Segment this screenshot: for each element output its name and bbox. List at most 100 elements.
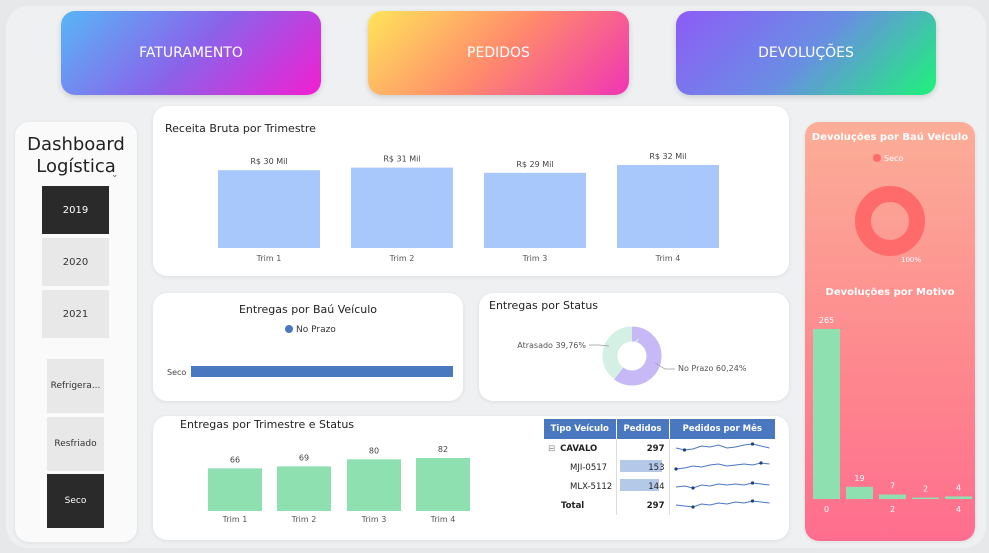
table-row-value-cell: 153 bbox=[615, 458, 669, 477]
sparkline-max-marker bbox=[750, 499, 754, 503]
returns-donut-ring bbox=[855, 186, 925, 256]
table-total-row: Total 297 bbox=[544, 496, 776, 515]
sparkline bbox=[675, 500, 770, 508]
sparkline-min-marker bbox=[682, 448, 686, 452]
revenue-bar bbox=[484, 172, 586, 248]
year-slicer-2021[interactable]: 2021 bbox=[42, 290, 109, 338]
truck-category-label: Seco bbox=[167, 368, 186, 377]
returns-donut-label: 100% bbox=[901, 256, 921, 264]
slicer-panel: Dashboard Logística ⌄ 2019 2020 2021 Ref… bbox=[15, 122, 137, 542]
vehicle-slicer-refrigerado[interactable]: Refrigera... bbox=[47, 359, 104, 413]
returns-panel: Devoluções por Baú Veículo Seco Devoluçõ… bbox=[805, 122, 975, 541]
year-slicer-2019[interactable]: 2019 bbox=[42, 186, 109, 234]
returns-reason-bar bbox=[813, 329, 840, 499]
delivery-quarter-data-label: 66 bbox=[230, 455, 240, 464]
revenue-tick-label: Trim 4 bbox=[655, 254, 681, 263]
vehicle-slicer-resfriado[interactable]: Resfriado bbox=[47, 417, 104, 471]
delivery-quarter-bar bbox=[416, 458, 470, 511]
returns-reason-bar bbox=[879, 494, 906, 499]
delivery-quarter-tick-label: Trim 2 bbox=[291, 515, 317, 524]
revenue-bar bbox=[218, 170, 320, 248]
table-row-label: MJI-0517 bbox=[570, 462, 608, 473]
delivery-quarter-tick-label: Trim 3 bbox=[361, 515, 387, 524]
table-row-group-cell: ⊟ CAVALO bbox=[544, 439, 616, 458]
revenue-data-label: R$ 31 Mil bbox=[383, 155, 420, 164]
faturamento-button[interactable]: FATURAMENTO bbox=[61, 11, 321, 95]
vehicle-orders-table: Tipo Veículo Pedidos Pedidos por Mês ⊟ CA… bbox=[544, 419, 776, 515]
revenue-data-label: R$ 29 Mil bbox=[516, 160, 553, 169]
table-header-tipo-veiculo[interactable]: Tipo Veículo bbox=[544, 419, 617, 439]
table-row-value-cell: 144 bbox=[615, 477, 669, 496]
dashboard-title-line1: Dashboard bbox=[27, 134, 125, 155]
revenue-chart-card: Receita Bruta por Trimestre R$ 30 Mil Tri… bbox=[153, 106, 789, 276]
table-header-pedidos[interactable]: Pedidos bbox=[616, 419, 670, 439]
delivery-quarter-data-label: 80 bbox=[369, 446, 379, 455]
sparkline-cell bbox=[668, 458, 776, 477]
delivery-by-truck-bar bbox=[191, 366, 453, 377]
sparkline bbox=[675, 443, 770, 451]
collapse-icon[interactable]: ⊟ bbox=[548, 444, 555, 454]
sparkline-min-marker bbox=[690, 505, 695, 509]
revenue-bar bbox=[351, 167, 453, 248]
sparkline-max-marker bbox=[758, 461, 763, 465]
chevron-down-icon[interactable]: ⌄ bbox=[111, 170, 119, 180]
revenue-data-label: R$ 32 Mil bbox=[649, 152, 686, 161]
table-row[interactable]: MLX-5112 144 bbox=[544, 477, 776, 496]
delivery-quarter-data-label: 69 bbox=[299, 453, 309, 462]
returns-reason-tick-label: 4 bbox=[956, 505, 961, 514]
table-row-value: 144 bbox=[648, 481, 665, 492]
table-header-pedidos-por-mes[interactable]: Pedidos por Mês bbox=[669, 419, 776, 439]
returns-reason-data-label: 7 bbox=[890, 482, 895, 491]
delivery-quarter-bar-chart: 66 Trim 1 69 Trim 2 80 Trim 3 82 Trim 4 bbox=[208, 445, 470, 524]
delivery-quarter-data-label: 82 bbox=[438, 445, 448, 454]
returns-reason-data-label: 19 bbox=[854, 474, 864, 483]
revenue-tick-label: Trim 3 bbox=[522, 254, 548, 263]
sparkline-cell bbox=[668, 496, 776, 515]
delivery-by-truck-chart: Seco bbox=[167, 366, 453, 377]
revenue-tick-label: Trim 1 bbox=[256, 254, 282, 263]
table-row[interactable]: MJI-0517 153 bbox=[544, 458, 776, 477]
sparkline-cell bbox=[668, 477, 776, 496]
returns-reason-data-label: 2 bbox=[923, 485, 928, 494]
returns-reason-tick-label: 0 bbox=[824, 505, 829, 514]
dashboard-title-line2: Logística bbox=[36, 156, 116, 177]
sparkline-min-marker bbox=[673, 467, 678, 471]
delivery-quarter-bar bbox=[347, 459, 401, 511]
devolucoes-button[interactable]: DEVOLUÇÕES bbox=[676, 11, 936, 95]
delivery-quarter-tick-label: Trim 4 bbox=[430, 515, 456, 524]
revenue-bar bbox=[617, 165, 719, 248]
revenue-data-label: R$ 30 Mil bbox=[250, 157, 287, 166]
revenue-bar-chart: R$ 30 Mil Trim 1 R$ 31 Mil Trim 2 R$ 29 Mil T… bbox=[218, 152, 719, 263]
returns-reason-bar bbox=[912, 497, 939, 499]
status-slice-label: Atrasado 39,76% bbox=[517, 341, 586, 350]
delivery-quarter-tick-label: Trim 1 bbox=[222, 515, 248, 524]
sparkline-cell bbox=[668, 439, 776, 458]
sparkline bbox=[675, 462, 770, 470]
table-row-label: MLX-5112 bbox=[570, 481, 613, 492]
delivery-status-donut: No Prazo 60,24% Atrasado 39,76% bbox=[517, 326, 747, 386]
returns-charts: 100% 265 0 19 7 2 2 4 4 bbox=[813, 186, 972, 514]
returns-reason-bar bbox=[945, 496, 972, 499]
table-row-value: 297 bbox=[615, 439, 669, 458]
returns-reason-data-label: 265 bbox=[819, 316, 834, 325]
year-slicer-2020[interactable]: 2020 bbox=[42, 238, 109, 286]
table-total-value: 297 bbox=[615, 496, 669, 515]
sparkline-min-marker bbox=[690, 486, 695, 490]
delivery-quarter-bar bbox=[277, 466, 331, 511]
sparkline bbox=[675, 482, 770, 489]
table-row[interactable]: ⊟ CAVALO 297 bbox=[544, 439, 776, 458]
table-row-value: 153 bbox=[648, 462, 665, 473]
delivery-status-card: Entregas por Status No Prazo 60,24% Atras… bbox=[479, 293, 789, 401]
pedidos-button[interactable]: PEDIDOS bbox=[368, 11, 629, 95]
sparkline-max-marker bbox=[750, 442, 754, 446]
table-row-label: CAVALO bbox=[560, 443, 598, 454]
dashboard-title: Dashboard Logística bbox=[15, 134, 137, 178]
delivery-quarter-bar bbox=[208, 468, 262, 511]
status-slice-label: No Prazo 60,24% bbox=[678, 364, 747, 373]
returns-reason-tick-label: 2 bbox=[890, 505, 895, 514]
vehicle-slicer-seco[interactable]: Seco bbox=[47, 474, 104, 528]
delivery-by-truck-card: Entregas por Baú Veículo No Prazo Seco bbox=[153, 293, 463, 401]
returns-reason-bar bbox=[846, 486, 873, 499]
table-total-label: Total bbox=[561, 500, 585, 511]
sparkline-max-marker bbox=[750, 481, 754, 485]
